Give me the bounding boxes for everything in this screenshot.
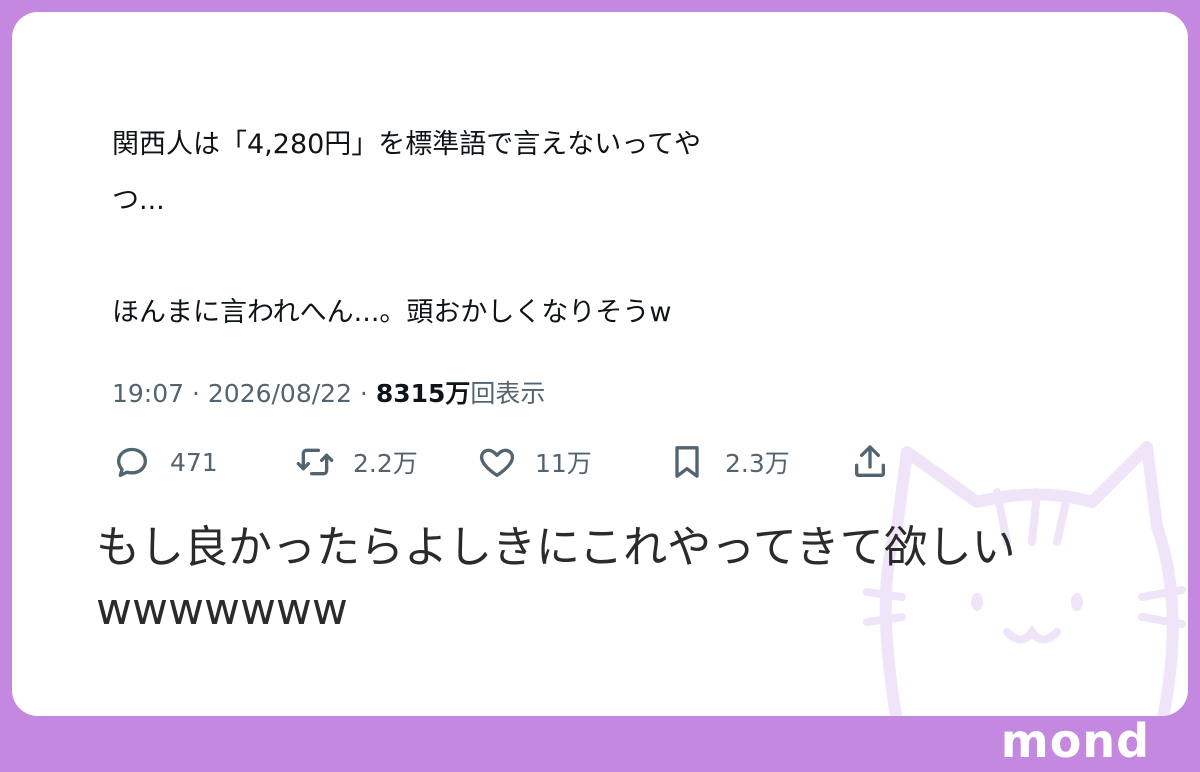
tweet-meta: 19:07 · 2026/08/22 · 8315万回表示: [112, 374, 545, 410]
mond-logo: mond: [1000, 714, 1150, 768]
message-card: 関西人は「4,280円」を標準語で言えないってや つ... ほんまに言われへん.…: [12, 12, 1188, 716]
tweet-text: 関西人は「4,280円」を標準語で言えないってや つ... ほんまに言われへん.…: [112, 129, 701, 328]
bookmark-button[interactable]: 2.3万: [667, 437, 790, 487]
meta-separator: ·: [351, 379, 376, 408]
share-icon: [855, 445, 885, 477]
tweet-body: 関西人は「4,280円」を標準語で言えないってや つ... ほんまに言われへん.…: [112, 117, 892, 341]
like-count: 11万: [535, 449, 592, 478]
bookmark-icon: [675, 446, 699, 478]
share-button[interactable]: [850, 437, 890, 487]
retweet-button[interactable]: 2.2万: [295, 437, 418, 487]
reply-button[interactable]: 471: [112, 437, 218, 487]
tweet-time[interactable]: 19:07: [112, 379, 184, 408]
tweet-date[interactable]: 2026/08/22: [208, 379, 352, 408]
question-text: もし良かったらよしきにこれやってきて欲しい wwwwwww: [96, 522, 1016, 635]
bookmark-count: 2.3万: [725, 449, 790, 478]
heart-icon: [479, 448, 515, 477]
views-count: 8315万: [375, 379, 471, 408]
tweet-actions: 471 2.2万 11万 2.3万: [112, 437, 892, 487]
meta-separator: ·: [184, 379, 208, 408]
reply-icon: [117, 447, 147, 477]
retweet-count: 2.2万: [353, 449, 418, 478]
like-button[interactable]: 11万: [477, 437, 592, 487]
reply-count: 471: [170, 447, 218, 477]
views-label: 回表示: [470, 379, 546, 408]
retweet-icon: [296, 448, 334, 476]
question-message: もし良かったらよしきにこれやってきて欲しい wwwwwww: [96, 517, 1136, 641]
